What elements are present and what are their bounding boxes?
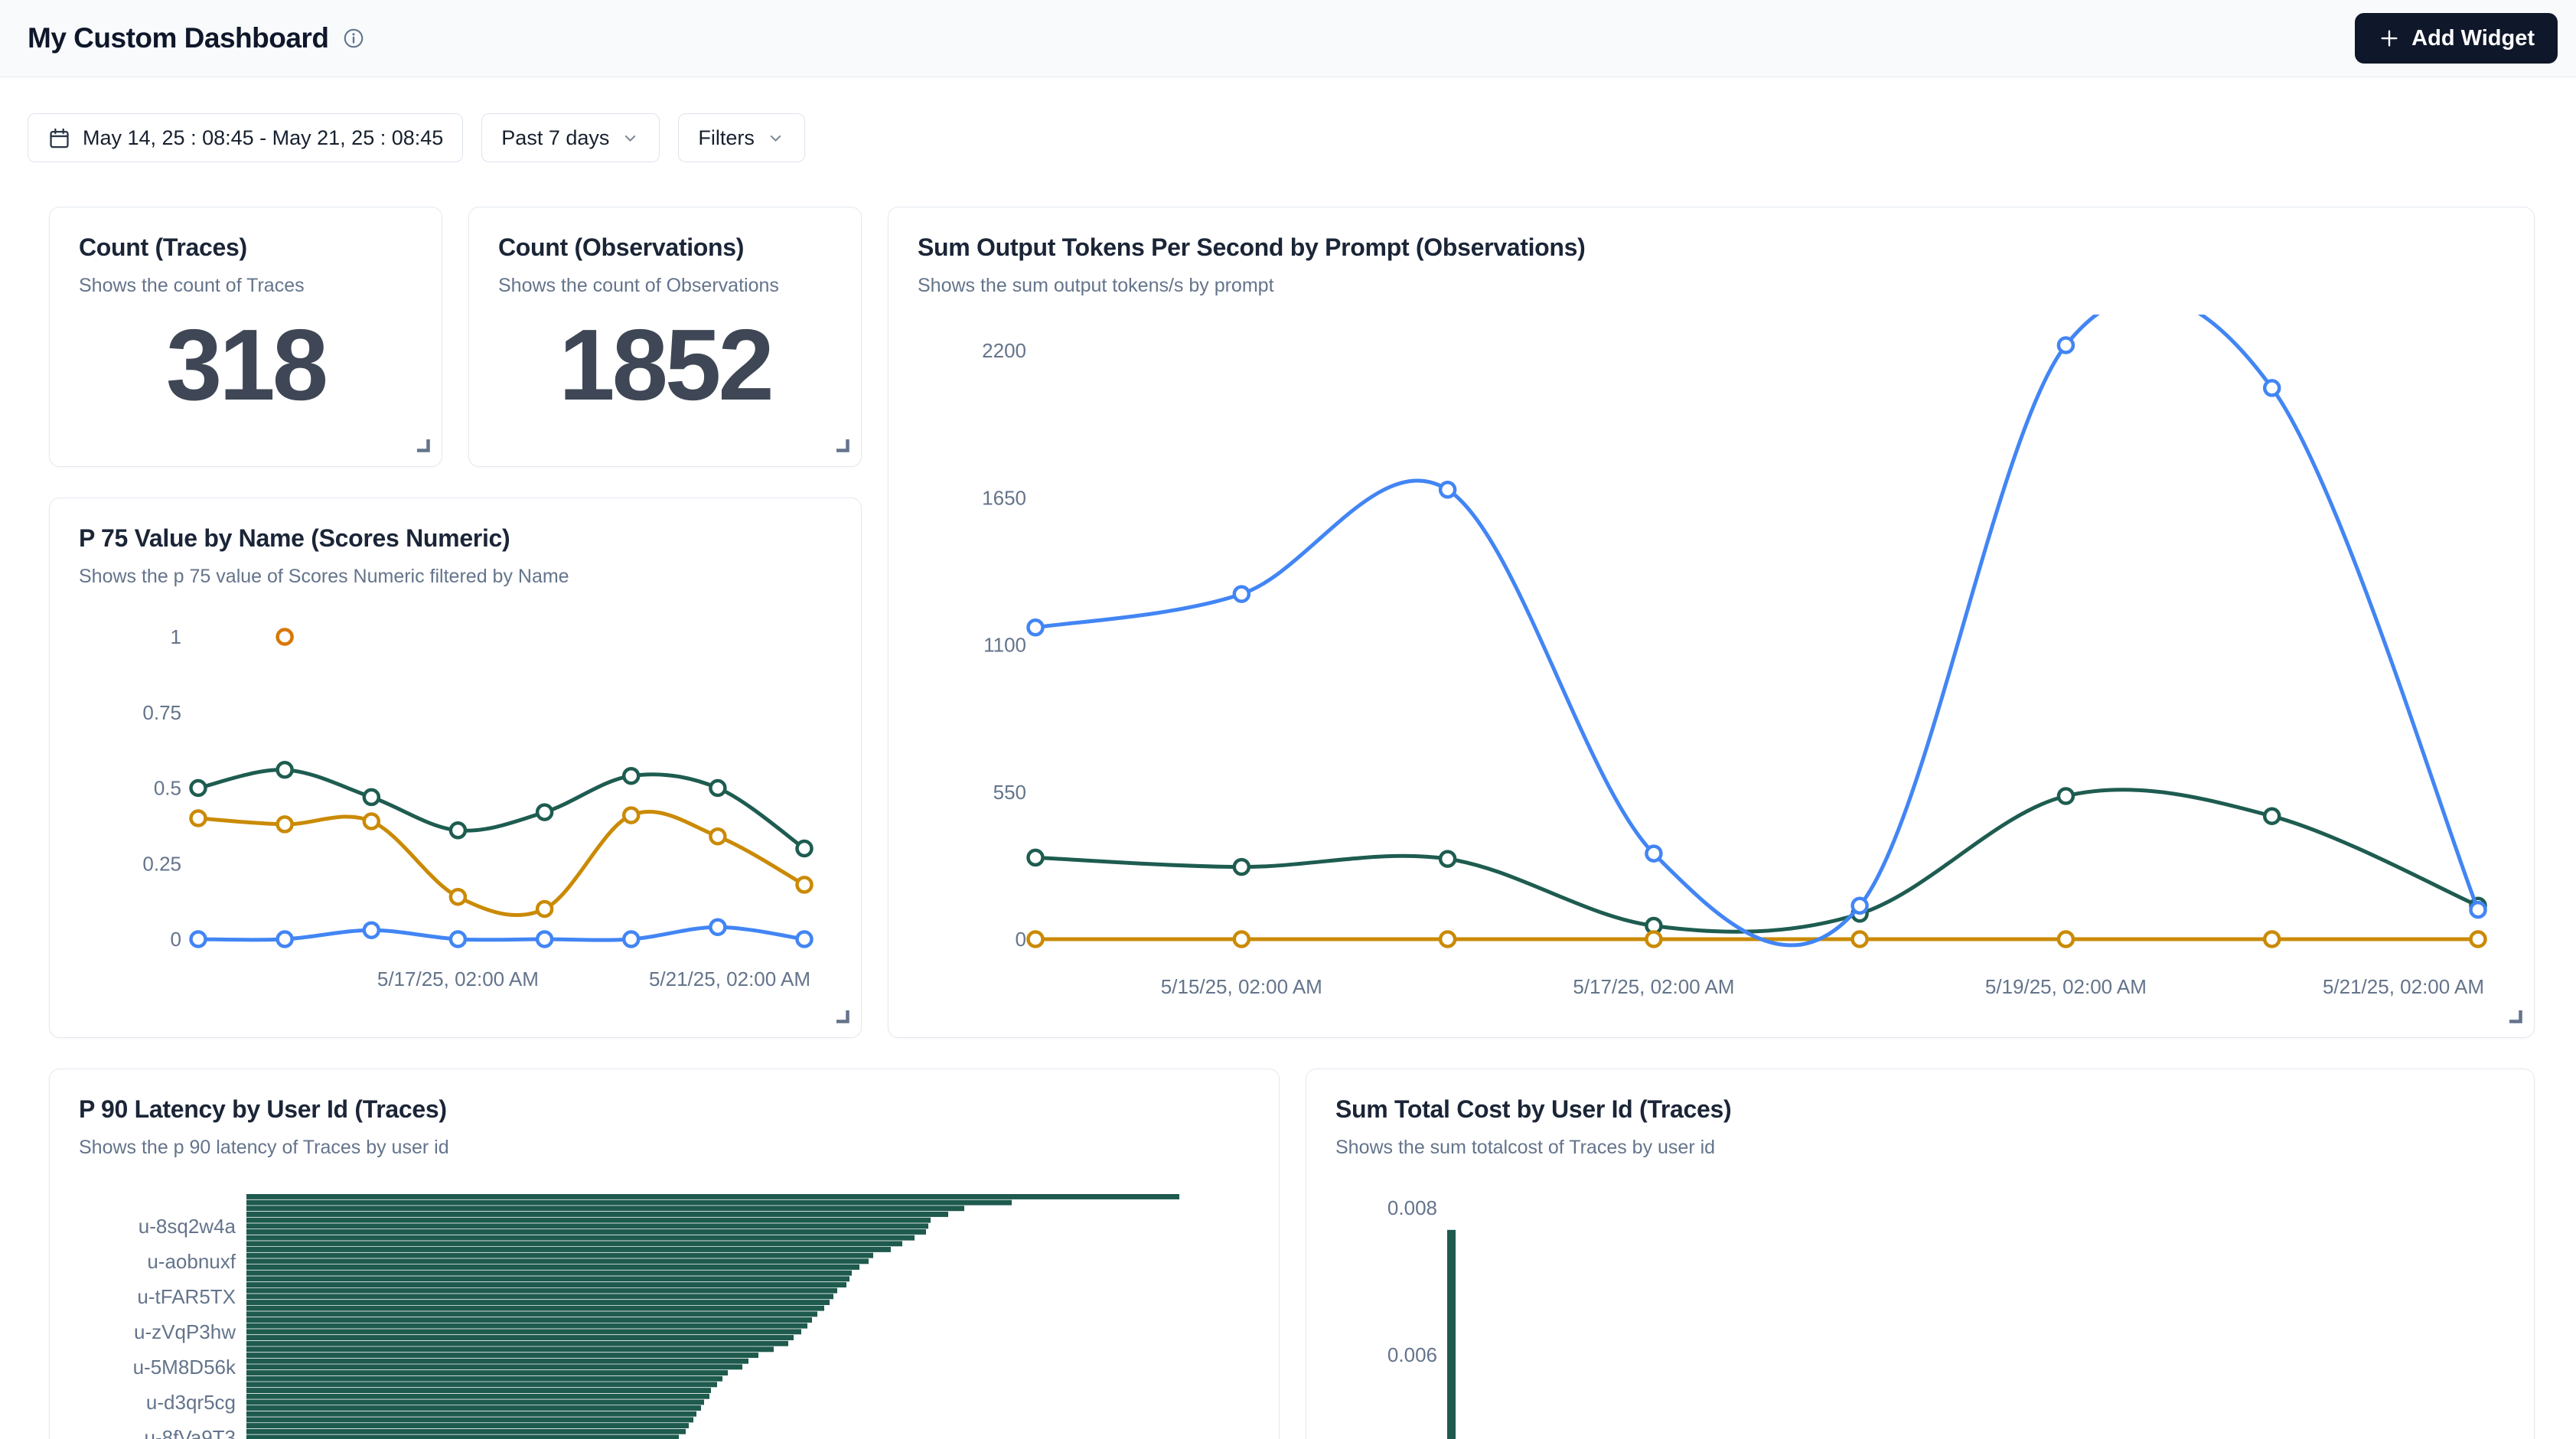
- svg-text:1650: 1650: [982, 486, 1026, 509]
- svg-text:2200: 2200: [982, 339, 1026, 362]
- widget-title: P 90 Latency by User Id (Traces): [79, 1095, 1250, 1124]
- svg-text:5/19/25, 02:00 AM: 5/19/25, 02:00 AM: [1985, 975, 2147, 998]
- svg-text:1100: 1100: [983, 634, 1026, 657]
- widget-subtitle: Shows the p 75 value of Scores Numeric f…: [79, 566, 832, 588]
- page-title: My Custom Dashboard: [28, 22, 328, 54]
- resize-handle[interactable]: [2506, 1007, 2523, 1028]
- chevron-down-icon: [621, 129, 640, 148]
- p90-bar-chart: u-8sq2w4a u-aobnuxf u-tFAR5TX u-zVqP3hw u-5M…: [50, 1192, 1280, 1439]
- date-range-button[interactable]: May 14, 25 : 08:45 - May 21, 25 : 08:45: [28, 113, 463, 162]
- svg-text:5/21/25, 02:00 AM: 5/21/25, 02:00 AM: [649, 967, 810, 990]
- svg-text:5/15/25, 02:00 AM: 5/15/25, 02:00 AM: [1161, 975, 1322, 998]
- widget-subtitle: Shows the sum output tokens/s by prompt: [918, 275, 2505, 297]
- svg-text:u-5M8D56k: u-5M8D56k: [133, 1356, 236, 1379]
- resize-handle[interactable]: [833, 436, 850, 457]
- add-widget-label: Add Widget: [2411, 26, 2535, 51]
- svg-text:0.25: 0.25: [142, 852, 181, 875]
- svg-text:0: 0: [1016, 928, 1026, 951]
- time-preset-dropdown[interactable]: Past 7 days: [481, 113, 660, 162]
- svg-text:1: 1: [171, 625, 181, 648]
- svg-text:0.008: 0.008: [1387, 1196, 1437, 1219]
- resize-handle[interactable]: [414, 436, 431, 457]
- widget-subtitle: Shows the sum totalcost of Traces by use…: [1335, 1137, 2505, 1159]
- p75-line-chart: 0 0.25 0.5 0.75 1 5/17/25, 02:00 AM 5/21/25, 0…: [50, 605, 862, 1039]
- widget-title: Sum Total Cost by User Id (Traces): [1335, 1095, 2505, 1124]
- widget-p90-latency: P 90 Latency by User Id (Traces) Shows t…: [49, 1069, 1280, 1439]
- tokens-line-chart: 0 550 1100 1650 2200 5/15/25, 02:00 AM 5/17/25…: [889, 315, 2535, 1039]
- time-preset-label: Past 7 days: [501, 126, 609, 150]
- widget-title: Count (Traces): [79, 233, 412, 262]
- svg-text:u-tFAR5TX: u-tFAR5TX: [137, 1285, 236, 1308]
- filters-dropdown[interactable]: Filters: [678, 113, 805, 162]
- chevron-down-icon: [766, 129, 785, 148]
- cost-bar-chart: 0.008 0.006: [1306, 1192, 2535, 1439]
- plus-icon: [2378, 27, 2401, 50]
- svg-text:u-d3qr5cg: u-d3qr5cg: [146, 1391, 236, 1414]
- resize-handle[interactable]: [833, 1007, 850, 1028]
- widget-count-traces: Count (Traces) Shows the count of Traces…: [49, 207, 442, 467]
- svg-text:0.5: 0.5: [154, 777, 181, 800]
- svg-text:0.006: 0.006: [1387, 1343, 1437, 1366]
- page-header: My Custom Dashboard Add Widget: [0, 0, 2576, 77]
- svg-text:u-8fVa9T3: u-8fVa9T3: [145, 1426, 236, 1439]
- widget-title: P 75 Value by Name (Scores Numeric): [79, 524, 832, 553]
- dashboard-page: My Custom Dashboard Add Widget: [0, 0, 2576, 1439]
- widget-tokens-by-prompt: Sum Output Tokens Per Second by Prompt (…: [888, 207, 2535, 1038]
- svg-text:5/21/25, 02:00 AM: 5/21/25, 02:00 AM: [2323, 975, 2484, 998]
- toolbar: May 14, 25 : 08:45 - May 21, 25 : 08:45 …: [28, 113, 805, 162]
- svg-text:0.75: 0.75: [142, 701, 181, 724]
- widget-p75-by-name: P 75 Value by Name (Scores Numeric) Show…: [49, 498, 862, 1038]
- svg-text:5/17/25, 02:00 AM: 5/17/25, 02:00 AM: [377, 967, 539, 990]
- svg-text:5/17/25, 02:00 AM: 5/17/25, 02:00 AM: [1573, 975, 1734, 998]
- widget-subtitle: Shows the p 90 latency of Traces by user…: [79, 1137, 1250, 1159]
- svg-text:u-aobnuxf: u-aobnuxf: [147, 1250, 236, 1273]
- widget-title: Count (Observations): [498, 233, 832, 262]
- date-range-label: May 14, 25 : 08:45 - May 21, 25 : 08:45: [83, 126, 443, 150]
- metric-value: 1852: [498, 297, 832, 440]
- add-widget-button[interactable]: Add Widget: [2355, 13, 2558, 64]
- widget-subtitle: Shows the count of Traces: [79, 275, 412, 297]
- metric-value: 318: [79, 297, 412, 440]
- calendar-icon: [47, 126, 71, 150]
- svg-text:u-8sq2w4a: u-8sq2w4a: [139, 1215, 236, 1238]
- svg-text:550: 550: [993, 781, 1026, 804]
- svg-text:u-zVqP3hw: u-zVqP3hw: [134, 1320, 236, 1343]
- widget-title: Sum Output Tokens Per Second by Prompt (…: [918, 233, 2505, 262]
- widget-count-observations: Count (Observations) Shows the count of …: [468, 207, 862, 467]
- widget-subtitle: Shows the count of Observations: [498, 275, 832, 297]
- filters-label: Filters: [698, 126, 755, 150]
- widget-total-cost: Sum Total Cost by User Id (Traces) Shows…: [1306, 1069, 2535, 1439]
- svg-text:0: 0: [171, 928, 181, 951]
- info-icon[interactable]: [342, 27, 365, 50]
